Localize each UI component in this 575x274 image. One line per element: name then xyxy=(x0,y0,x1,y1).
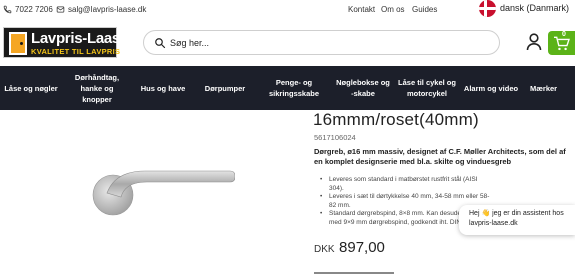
email-link[interactable]: salg@lavpris-laase.dk xyxy=(56,5,146,14)
email-icon xyxy=(56,6,65,13)
nav-item-penge-og-sikringsskabe[interactable]: Penge- og sikringsskabe xyxy=(256,66,332,110)
account-button[interactable] xyxy=(526,33,542,51)
nav-item-maerker[interactable]: Mærker xyxy=(530,66,575,110)
feature-item: Leveres som standard i matbørstet rustfr… xyxy=(320,176,490,193)
nav-label: Alarm og video xyxy=(463,83,519,93)
nav-label: knopper xyxy=(82,94,112,104)
nav-label: motorcykel xyxy=(406,89,447,98)
nav-item-laase-og-noegler[interactable]: Låse og nøgler xyxy=(0,66,62,110)
phone-icon xyxy=(3,5,12,14)
nav-label: Låse og nøgler xyxy=(4,83,58,93)
nav-label: Dørpumper xyxy=(204,83,246,93)
main-navigation: Låse og nøgler Dørhåndtag, hanke og knoppe… xyxy=(0,66,575,110)
nav-label: Mærker xyxy=(530,83,558,93)
nav-label: Låse til cykel og xyxy=(398,78,456,87)
product-title: 16mmm/roset(40mm) xyxy=(313,110,479,129)
nav-item-laase-til-cykel[interactable]: Låse til cykel og motorcykel xyxy=(394,66,460,110)
price-amount: 897,00 xyxy=(339,239,385,256)
nav-label: sikringsskabe xyxy=(268,89,320,98)
logo-tagline: KVALITET TIL LAVPRIS xyxy=(31,47,121,56)
logo-name: Lavpris-Laase xyxy=(31,30,128,47)
nav-item-noeglebokse[interactable]: Nøglebokse og -skabe xyxy=(332,66,394,110)
nav-label: Dørhåndtag, xyxy=(74,72,120,82)
nav-item-alarm-og-video[interactable]: Alarm og video xyxy=(460,66,522,110)
phone-number: 7022 7206 xyxy=(15,5,53,14)
cart-count-badge: 0 xyxy=(562,31,566,38)
nav-label: Nøglebokse og xyxy=(336,78,390,87)
nav-label: Hus og have xyxy=(140,83,186,93)
search-input[interactable] xyxy=(170,34,490,52)
link-kontakt[interactable]: Kontakt xyxy=(348,5,375,14)
cut-off-text xyxy=(314,266,394,274)
site-logo[interactable]: Lavpris-Laase KVALITET TIL LAVPRIS xyxy=(3,27,128,58)
language-selector[interactable]: dansk (Danmark) xyxy=(500,3,569,13)
nav-item-doerhaandtag[interactable]: Dørhåndtag, hanke og knopper xyxy=(62,66,132,110)
nav-item-hus-og-have[interactable]: Hus og have xyxy=(132,66,194,110)
chat-message: Hej 👋 jeg er din assistent hos lavpris-l… xyxy=(469,210,564,227)
search-bar[interactable] xyxy=(143,30,500,55)
cart-icon xyxy=(554,36,570,51)
chat-assistant-bubble[interactable]: Hej 👋 jeg er din assistent hos lavpris-l… xyxy=(459,205,575,235)
product-description: Dørgreb, ø16 mm massiv, designet af C.F.… xyxy=(314,147,566,166)
search-icon[interactable] xyxy=(154,37,166,49)
nav-label: -skabe xyxy=(351,89,375,98)
phone-link[interactable]: 7022 7206 xyxy=(3,5,53,14)
user-icon xyxy=(526,33,542,51)
link-om-os[interactable]: Om os xyxy=(381,5,405,14)
email-address: salg@lavpris-laase.dk xyxy=(68,5,147,14)
product-image[interactable] xyxy=(85,165,235,225)
nav-item-doerpumper[interactable]: Dørpumper xyxy=(194,66,256,110)
product-price: DKK 897,00 xyxy=(314,239,385,257)
door-logo-icon xyxy=(9,32,27,55)
danish-flag-icon[interactable] xyxy=(479,0,496,17)
link-guides[interactable]: Guides xyxy=(412,5,437,14)
price-currency: DKK xyxy=(314,244,335,255)
nav-label: Penge- og xyxy=(275,78,313,87)
nav-label: hanke og xyxy=(80,83,114,93)
product-sku: 5617106024 xyxy=(314,133,356,142)
